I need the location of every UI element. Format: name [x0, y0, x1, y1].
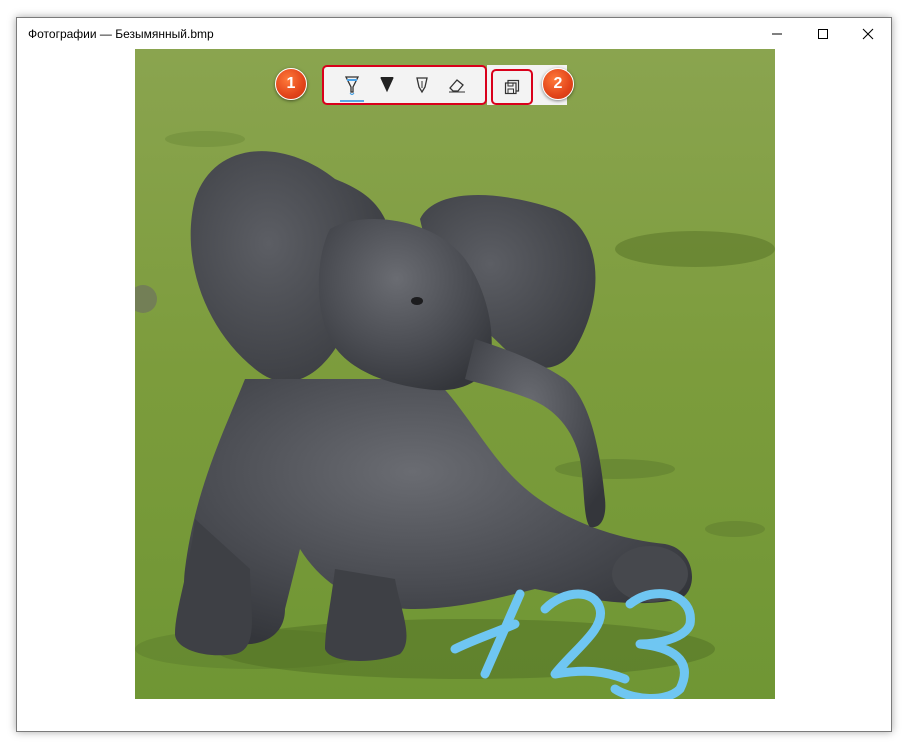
- pencil-tool[interactable]: [373, 71, 401, 99]
- calligraphy-pen-tool[interactable]: [408, 71, 436, 99]
- calligraphy-pen-icon: [416, 77, 428, 94]
- save-copy-button[interactable]: [491, 69, 533, 105]
- maximize-button[interactable]: [800, 18, 846, 49]
- save-copy-icon: [504, 79, 520, 95]
- eraser-tool[interactable]: [443, 71, 471, 99]
- pencil-icon: [380, 77, 394, 93]
- photo-canvas[interactable]: [135, 49, 775, 699]
- eraser-icon: [449, 79, 466, 93]
- minimize-icon: [772, 33, 782, 34]
- minimize-button[interactable]: [754, 18, 800, 49]
- ballpoint-pen-icon: [344, 76, 359, 95]
- app-window: Фотографии — Безымянный.bmp 1 2: [16, 17, 892, 732]
- close-button[interactable]: [845, 18, 891, 49]
- title-bar[interactable]: Фотографии — Безымянный.bmp: [17, 18, 891, 49]
- step-badge-1: 1: [275, 68, 307, 100]
- elephant-photo: [135, 49, 775, 699]
- ballpoint-pen-tool[interactable]: [338, 71, 366, 102]
- step-badge-2: 2: [542, 68, 574, 100]
- close-icon: [862, 28, 874, 39]
- window-title: Фотографии — Безымянный.bmp: [28, 27, 214, 41]
- ink-toolbar: [322, 65, 487, 105]
- maximize-icon: [818, 28, 828, 39]
